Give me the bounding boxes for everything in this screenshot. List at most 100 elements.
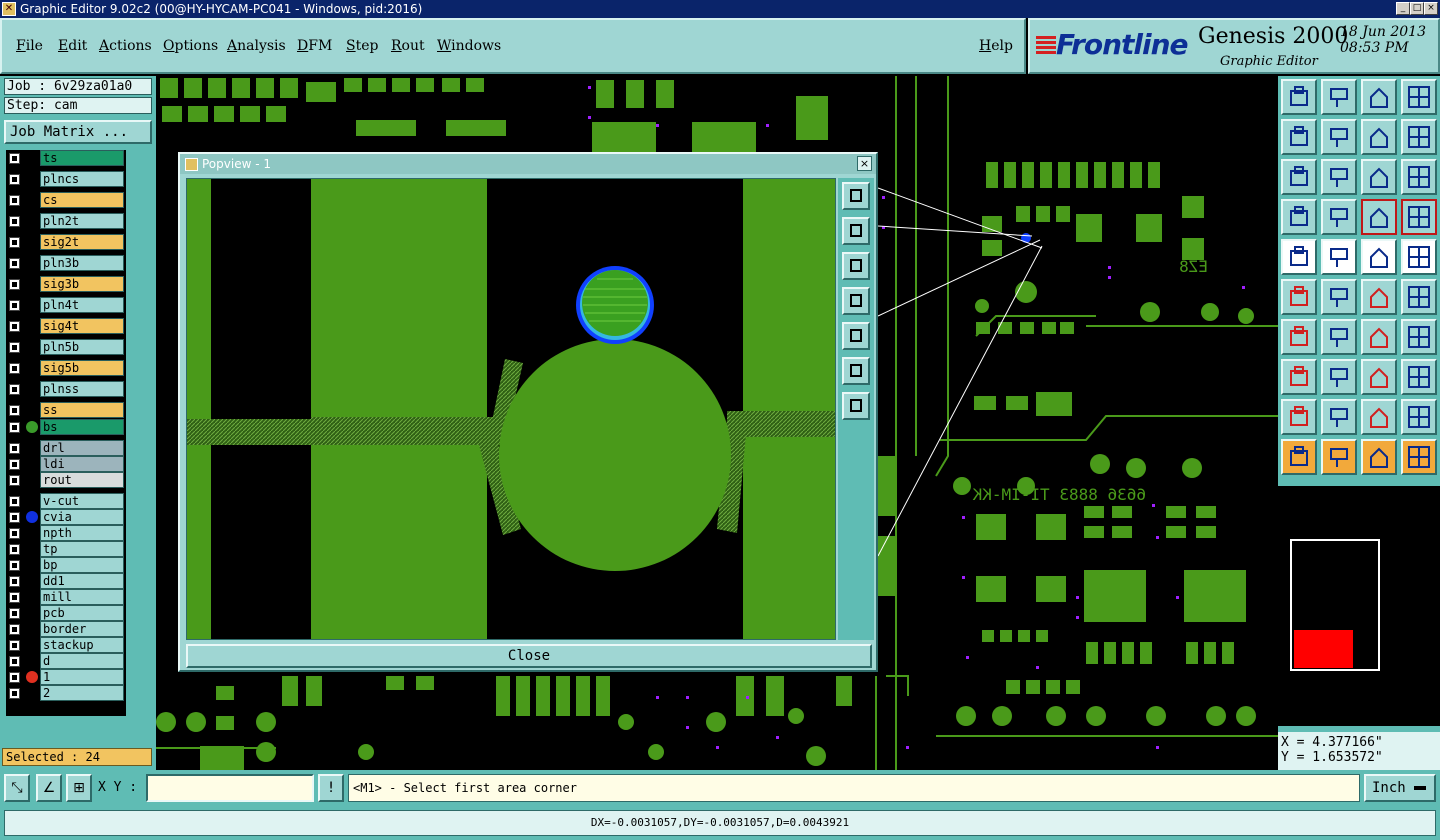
add-node-icon[interactable] bbox=[1361, 279, 1397, 315]
layer-checkbox[interactable] bbox=[9, 496, 20, 507]
layer-row[interactable]: drl bbox=[6, 440, 126, 456]
arch-3-icon[interactable] bbox=[1401, 399, 1437, 435]
spline-icon[interactable] bbox=[1401, 119, 1437, 155]
layer-checkbox[interactable] bbox=[9, 300, 20, 311]
line-blue-icon[interactable] bbox=[1321, 319, 1357, 355]
layer-checkbox[interactable] bbox=[9, 279, 20, 290]
line-red-icon[interactable] bbox=[1281, 319, 1317, 355]
layer-name[interactable]: dd1 bbox=[40, 573, 124, 589]
menu-edit[interactable]: Edit bbox=[58, 38, 87, 54]
layer-row[interactable]: border bbox=[6, 621, 126, 637]
zoom-home-icon[interactable] bbox=[1281, 79, 1317, 115]
node-icon[interactable] bbox=[1281, 359, 1317, 395]
layer-row[interactable]: tp bbox=[6, 541, 126, 557]
layer-name[interactable]: npth bbox=[40, 525, 124, 541]
popview-zoom-out-icon[interactable] bbox=[842, 392, 870, 420]
arch-icon[interactable] bbox=[1321, 399, 1357, 435]
flip-icon[interactable] bbox=[1401, 319, 1437, 355]
layer-checkbox[interactable] bbox=[9, 342, 20, 353]
layer-row[interactable]: pln4t bbox=[6, 297, 126, 313]
layer-row[interactable]: pln5b bbox=[6, 339, 126, 355]
layer-row[interactable]: v-cut bbox=[6, 493, 126, 509]
layer-row[interactable]: sig3b bbox=[6, 276, 126, 292]
layer-checkbox[interactable] bbox=[9, 237, 20, 248]
layer-row[interactable]: cs bbox=[6, 192, 126, 208]
layer-checkbox[interactable] bbox=[9, 672, 20, 683]
panel-icon[interactable] bbox=[1401, 79, 1437, 115]
menu-file[interactable]: File bbox=[16, 38, 43, 54]
layer-checkbox[interactable] bbox=[9, 195, 20, 206]
layer-name[interactable]: pln5b bbox=[40, 339, 124, 355]
close-window-button[interactable]: × bbox=[1424, 2, 1438, 15]
popview-close-button[interactable]: Close bbox=[186, 644, 872, 668]
layer-row[interactable]: sig4t bbox=[6, 318, 126, 334]
layer-row[interactable]: pcb bbox=[6, 605, 126, 621]
layer-name[interactable]: bs bbox=[40, 419, 124, 435]
layer-name[interactable]: ts bbox=[40, 150, 124, 166]
cross-icon[interactable] bbox=[1321, 279, 1357, 315]
route-icon[interactable] bbox=[1401, 439, 1437, 475]
layer-checkbox[interactable] bbox=[9, 608, 20, 619]
layer-checkbox[interactable] bbox=[9, 153, 20, 164]
layer-name[interactable]: rout bbox=[40, 472, 124, 488]
center-icon[interactable] bbox=[1321, 159, 1357, 195]
layer-row[interactable]: dd1 bbox=[6, 573, 126, 589]
menu-windows[interactable]: Windows bbox=[437, 38, 501, 54]
layer-checkbox[interactable] bbox=[9, 258, 20, 269]
layer-name[interactable]: sig4t bbox=[40, 318, 124, 334]
layer-checkbox[interactable] bbox=[9, 576, 20, 587]
help-icon[interactable] bbox=[1401, 159, 1437, 195]
layer-row[interactable]: plnss bbox=[6, 381, 126, 397]
layer-name[interactable]: plncs bbox=[40, 171, 124, 187]
layer-checkbox[interactable] bbox=[9, 624, 20, 635]
popview-zoom-in-icon[interactable] bbox=[842, 182, 870, 210]
pan-left-icon[interactable] bbox=[1281, 119, 1317, 155]
layer-name[interactable]: bp bbox=[40, 557, 124, 573]
layer-name[interactable]: cvia bbox=[40, 509, 124, 525]
popview-close-icon[interactable]: × bbox=[857, 156, 872, 171]
layer-row[interactable]: pln2t bbox=[6, 213, 126, 229]
minimize-button[interactable]: _ bbox=[1396, 2, 1410, 15]
layer-checkbox[interactable] bbox=[9, 216, 20, 227]
select-icon[interactable] bbox=[1281, 239, 1317, 275]
layer-checkbox[interactable] bbox=[9, 384, 20, 395]
layer-row[interactable]: rout bbox=[6, 472, 126, 488]
maximize-button[interactable]: □ bbox=[1410, 2, 1424, 15]
layer-checkbox[interactable] bbox=[9, 640, 20, 651]
layer-row[interactable]: 2 bbox=[6, 685, 126, 701]
pan-right-icon[interactable] bbox=[1321, 119, 1357, 155]
layer-name[interactable]: ldi bbox=[40, 456, 124, 472]
shapes-icon[interactable] bbox=[1401, 359, 1437, 395]
toggle-icon[interactable] bbox=[1281, 199, 1317, 235]
layer-row[interactable]: cvia bbox=[6, 509, 126, 525]
popview-pan-right-icon[interactable] bbox=[842, 322, 870, 350]
layer-row[interactable]: sig2t bbox=[6, 234, 126, 250]
layers-red-icon[interactable] bbox=[1401, 199, 1437, 235]
cursor-select-icon[interactable] bbox=[1361, 439, 1397, 475]
arch-2-icon[interactable] bbox=[1361, 399, 1397, 435]
layer-checkbox[interactable] bbox=[9, 475, 20, 486]
layer-checkbox[interactable] bbox=[9, 688, 20, 699]
layer-row[interactable]: npth bbox=[6, 525, 126, 541]
grid-icon[interactable] bbox=[1321, 199, 1357, 235]
warning-icon[interactable]: ! bbox=[318, 774, 344, 802]
menu-options[interactable]: Options bbox=[163, 38, 218, 54]
layer-name[interactable]: tp bbox=[40, 541, 124, 557]
layers-icon[interactable] bbox=[1361, 199, 1397, 235]
layer-checkbox[interactable] bbox=[9, 544, 20, 555]
popview-fit-icon[interactable] bbox=[842, 357, 870, 385]
layer-checkbox[interactable] bbox=[9, 512, 20, 523]
layer-row[interactable]: bs bbox=[6, 419, 126, 435]
house-icon[interactable] bbox=[1361, 79, 1397, 115]
layer-name[interactable]: pcb bbox=[40, 605, 124, 621]
layer-name[interactable]: stackup bbox=[40, 637, 124, 653]
menu-rout[interactable]: Rout bbox=[391, 38, 425, 54]
layer-name[interactable]: plnss bbox=[40, 381, 124, 397]
zoom-window-icon[interactable] bbox=[1321, 79, 1357, 115]
layer-checkbox[interactable] bbox=[9, 405, 20, 416]
units-dropdown[interactable]: Inch bbox=[1364, 774, 1436, 802]
layer-row[interactable]: sig5b bbox=[6, 360, 126, 376]
layer-row[interactable]: 1 bbox=[6, 669, 126, 685]
scale-icon[interactable] bbox=[1361, 159, 1397, 195]
layer-row[interactable]: ldi bbox=[6, 456, 126, 472]
